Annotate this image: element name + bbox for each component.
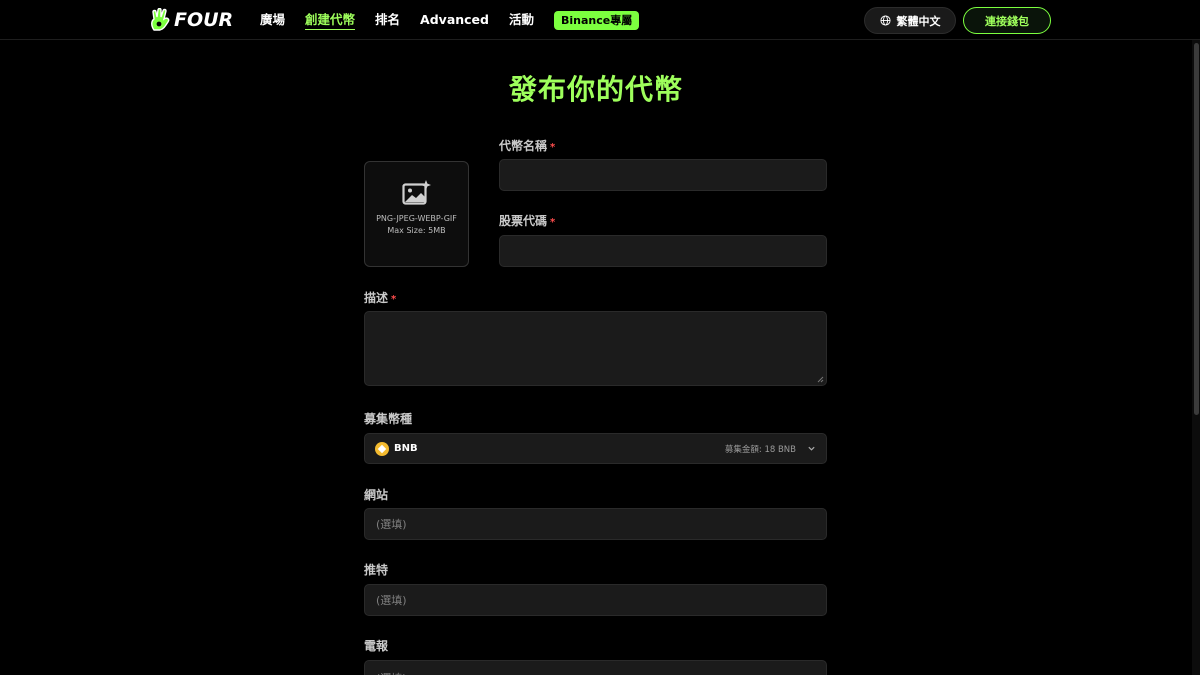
website-label: 網站 <box>364 488 389 502</box>
ticker-label-text: 股票代碼 <box>499 214 548 228</box>
language-selector[interactable]: 繁體中文 <box>864 7 956 34</box>
website-input[interactable]: (選填) <box>364 508 827 540</box>
scrollbar-thumb[interactable] <box>1194 43 1199 415</box>
required-mark: * <box>550 142 556 153</box>
top-navbar: FOUR 廣場 創建代幣 排名 Advanced 活動 Binance專屬 繁體… <box>0 0 1200 40</box>
upload-max-size: Max Size: 5MB <box>387 226 446 235</box>
nav-plaza[interactable]: 廣場 <box>260 0 285 40</box>
telegram-input[interactable]: (選填) <box>364 660 827 675</box>
resize-handle-icon[interactable] <box>817 376 824 383</box>
description-label-text: 描述 <box>364 291 389 305</box>
token-name-label-text: 代幣名稱 <box>499 139 548 153</box>
nav-ranking[interactable]: 排名 <box>375 0 400 40</box>
main-nav: 廣場 創建代幣 排名 Advanced 活動 Binance專屬 <box>260 0 640 40</box>
bnb-coin-icon <box>375 441 389 456</box>
token-name-input[interactable] <box>499 159 827 191</box>
hand-logo-icon <box>151 8 170 31</box>
raise-amount-text: 募集金額: 18 BNB <box>724 444 796 455</box>
upload-formats: PNG-JPEG-WEBP-GIF <box>376 214 457 223</box>
language-label: 繁體中文 <box>896 14 941 28</box>
description-textarea[interactable] <box>364 311 827 386</box>
brand-name: FOUR <box>174 9 234 31</box>
chevron-down-icon <box>808 446 815 451</box>
raise-currency-label: 募集幣種 <box>364 412 413 426</box>
ticker-label: 股票代碼 * <box>499 212 555 229</box>
page-title: 發布你的代幣 <box>508 73 683 106</box>
nav-create-token[interactable]: 創建代幣 <box>305 0 356 40</box>
brand-logo[interactable]: FOUR <box>150 7 233 33</box>
globe-icon <box>879 15 891 26</box>
twitter-label: 推特 <box>364 563 389 577</box>
ticker-input[interactable] <box>499 235 827 267</box>
connect-wallet-button[interactable]: 連接錢包 <box>963 7 1051 34</box>
raise-currency-select[interactable]: BNB 募集金額: 18 BNB <box>364 433 827 464</box>
required-mark: * <box>550 217 556 228</box>
page-scrollbar[interactable] <box>1192 40 1200 675</box>
twitter-input[interactable]: (選填) <box>364 584 827 616</box>
add-image-icon <box>401 180 431 205</box>
raise-currency-value: BNB <box>394 443 418 454</box>
image-upload-dropzone[interactable]: PNG-JPEG-WEBP-GIF Max Size: 5MB <box>364 161 469 267</box>
nav-advanced[interactable]: Advanced <box>420 0 489 40</box>
telegram-label: 電報 <box>364 639 389 653</box>
binance-exclusive-badge[interactable]: Binance專屬 <box>554 10 640 30</box>
required-mark: * <box>391 294 397 305</box>
upload-hint: PNG-JPEG-WEBP-GIF Max Size: 5MB <box>376 213 457 237</box>
nav-events[interactable]: 活動 <box>509 0 534 40</box>
token-name-label: 代幣名稱 * <box>499 137 555 154</box>
description-label: 描述 * <box>364 289 396 306</box>
